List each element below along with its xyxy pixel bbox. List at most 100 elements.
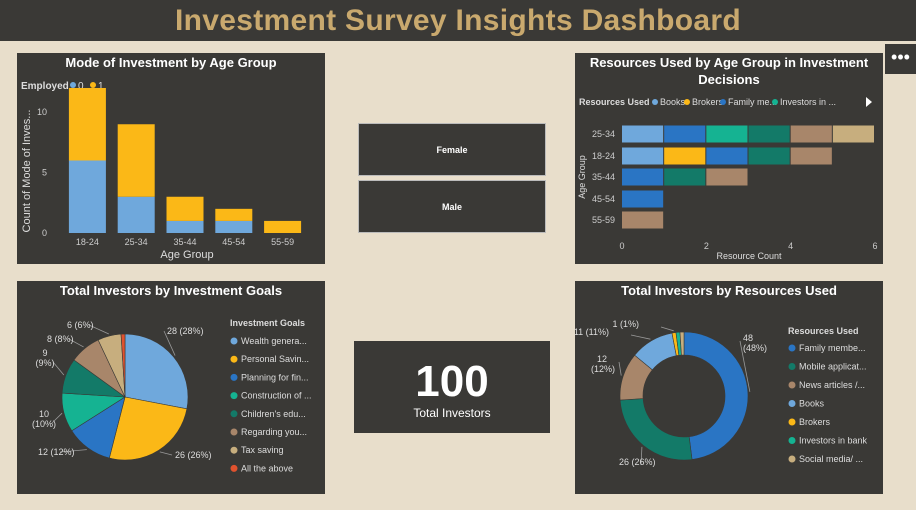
bar-35-44-1 [166, 196, 204, 221]
legend-label: Tax saving [241, 445, 284, 455]
bar-18-24-0 [68, 160, 106, 233]
legend-label: Investors in bank [799, 436, 868, 446]
pie-slice-0 [124, 333, 189, 410]
legend-marker [788, 437, 796, 444]
legend-title: Resources Used [579, 97, 650, 107]
legend-marker [788, 381, 796, 389]
legend-marker [684, 99, 690, 105]
bar-18-24-Mobile-applications [748, 147, 790, 165]
bar-35-44-News-articles [706, 168, 748, 186]
y-tick-label: 5 [42, 168, 47, 178]
legend-marker [772, 99, 778, 105]
x-tick-label: 35-44 [173, 237, 196, 247]
chart-title-line1: Resources Used by Age Group in Investmen… [590, 55, 869, 70]
x-tick-label: 6 [872, 241, 877, 251]
legend-marker [230, 410, 238, 418]
resources-donut-panel: Total Investors by Resources Used 48 (48%)… [574, 281, 883, 494]
pie-data-label-value: 10 [39, 409, 49, 419]
legend-label: News articles /... [799, 380, 865, 390]
bar-18-24-Books [622, 147, 664, 165]
legend-marker [652, 99, 658, 105]
total-investors-value: 100 [415, 357, 489, 406]
legend-label: Social media/ ... [799, 454, 863, 464]
legend-marker-0 [70, 82, 76, 88]
legend-label: Construction of ... [241, 391, 312, 401]
chart-title: Mode of Investment by Age Group [65, 55, 276, 70]
donut-slice-0 [683, 331, 749, 460]
slicer-female-button[interactable]: Female [358, 123, 546, 176]
total-investors-label: Total Investors [413, 406, 491, 420]
bar-25-34-1 [117, 124, 155, 197]
legend-marker [788, 400, 796, 407]
x-axis-label: Age Group [160, 249, 213, 261]
y-tick-label: 55-59 [592, 215, 615, 225]
legend-marker [230, 337, 238, 345]
donut-data-label-pct: (12%) [591, 364, 615, 374]
bar-35-44-Mobile-applications [664, 168, 706, 186]
legend-label: Brokers [799, 417, 831, 427]
pie-data-label: 6 (6%) [67, 320, 94, 330]
x-tick-label: 18-24 [76, 237, 99, 247]
bar-55-59-News-articles [622, 211, 664, 229]
y-tick-label: 18-24 [592, 151, 615, 161]
x-tick-label: 0 [619, 241, 624, 251]
age-mode-chart-panel: Mode of Investment by Age Group Employed 0… [17, 53, 325, 264]
age-mode-chart: Mode of Investment by Age Group Employed 0… [21, 55, 302, 261]
bar-18-24-Family-members [706, 147, 748, 165]
bar-55-59-1 [264, 220, 302, 233]
donut-data-label: 26 (26%) [619, 457, 656, 467]
donut-data-label: 1 (1%) [612, 319, 639, 329]
legend-marker-1 [90, 82, 96, 88]
legend-title: Resources Used [788, 326, 859, 336]
resources-age-chart-panel: Resources Used by Age Group in Investmen… [575, 53, 883, 264]
x-tick-label: 55-59 [271, 237, 294, 247]
legend-label: Books [799, 399, 825, 409]
slicer-male-button[interactable]: Male [358, 180, 546, 233]
donut-data-label-value: 48 [743, 333, 753, 343]
y-axis-label: Count of Mode of Inves... [21, 110, 33, 233]
legend-label: All the above [241, 463, 293, 473]
legend-marker [230, 373, 238, 381]
more-options-icon[interactable]: ••• [885, 44, 916, 74]
legend-label: Family membe... [799, 343, 866, 353]
pie-data-label: 8 (8%) [47, 334, 74, 344]
legend-marker [788, 363, 796, 370]
bar-25-34-0 [117, 196, 155, 233]
legend-marker [230, 355, 238, 363]
donut-data-label-pct: (48%) [743, 343, 767, 353]
donut-data-label-value: 12 [597, 354, 607, 364]
bar-25-34-Investors-in-bank [706, 125, 748, 143]
legend-next-icon [866, 97, 872, 107]
pie-data-label-value: 9 [42, 348, 47, 358]
legend-marker [230, 428, 238, 436]
resources-age-chart: Resources Used by Age Group in Investmen… [577, 55, 878, 261]
legend-marker [788, 455, 796, 463]
legend-label: Children's edu... [241, 409, 306, 419]
y-tick-label: 35-44 [592, 172, 615, 182]
legend-label: Planning for fin... [241, 372, 309, 382]
resources-donut-chart: Total Investors by Resources Used 48(48%)… [574, 283, 868, 467]
chart-title: Total Investors by Investment Goals [60, 283, 282, 298]
goals-pie-panel: Total Investors by Investment Goals 28 (2… [17, 281, 325, 494]
donut-leader-line [630, 334, 651, 340]
pie-data-label: 12 (12%) [38, 447, 75, 457]
y-tick-label: 25-34 [592, 129, 615, 139]
x-axis-label: Resource Count [716, 251, 782, 261]
donut-leader-line [660, 326, 674, 332]
legend-title: Investment Goals [230, 318, 305, 328]
legend-marker [720, 99, 726, 105]
donut-leader-line [618, 361, 622, 376]
legend-label: Investors in ... [780, 97, 836, 107]
bar-25-34-News-articles [790, 125, 832, 143]
legend-marker [230, 392, 238, 400]
legend-label: Regarding you... [241, 427, 307, 437]
bar-25-34-Social-media [832, 125, 874, 143]
x-tick-label: 45-54 [222, 237, 245, 247]
pie-data-label: 28 (28%) [167, 326, 204, 336]
bar-45-54-0 [215, 220, 253, 233]
legend-label: Books [660, 97, 686, 107]
dashboard-header: Investment Survey Insights Dashboard [0, 0, 916, 41]
bar-25-34-Family-members [664, 125, 706, 143]
legend-marker [230, 446, 238, 454]
pie-leader-line [159, 451, 173, 456]
